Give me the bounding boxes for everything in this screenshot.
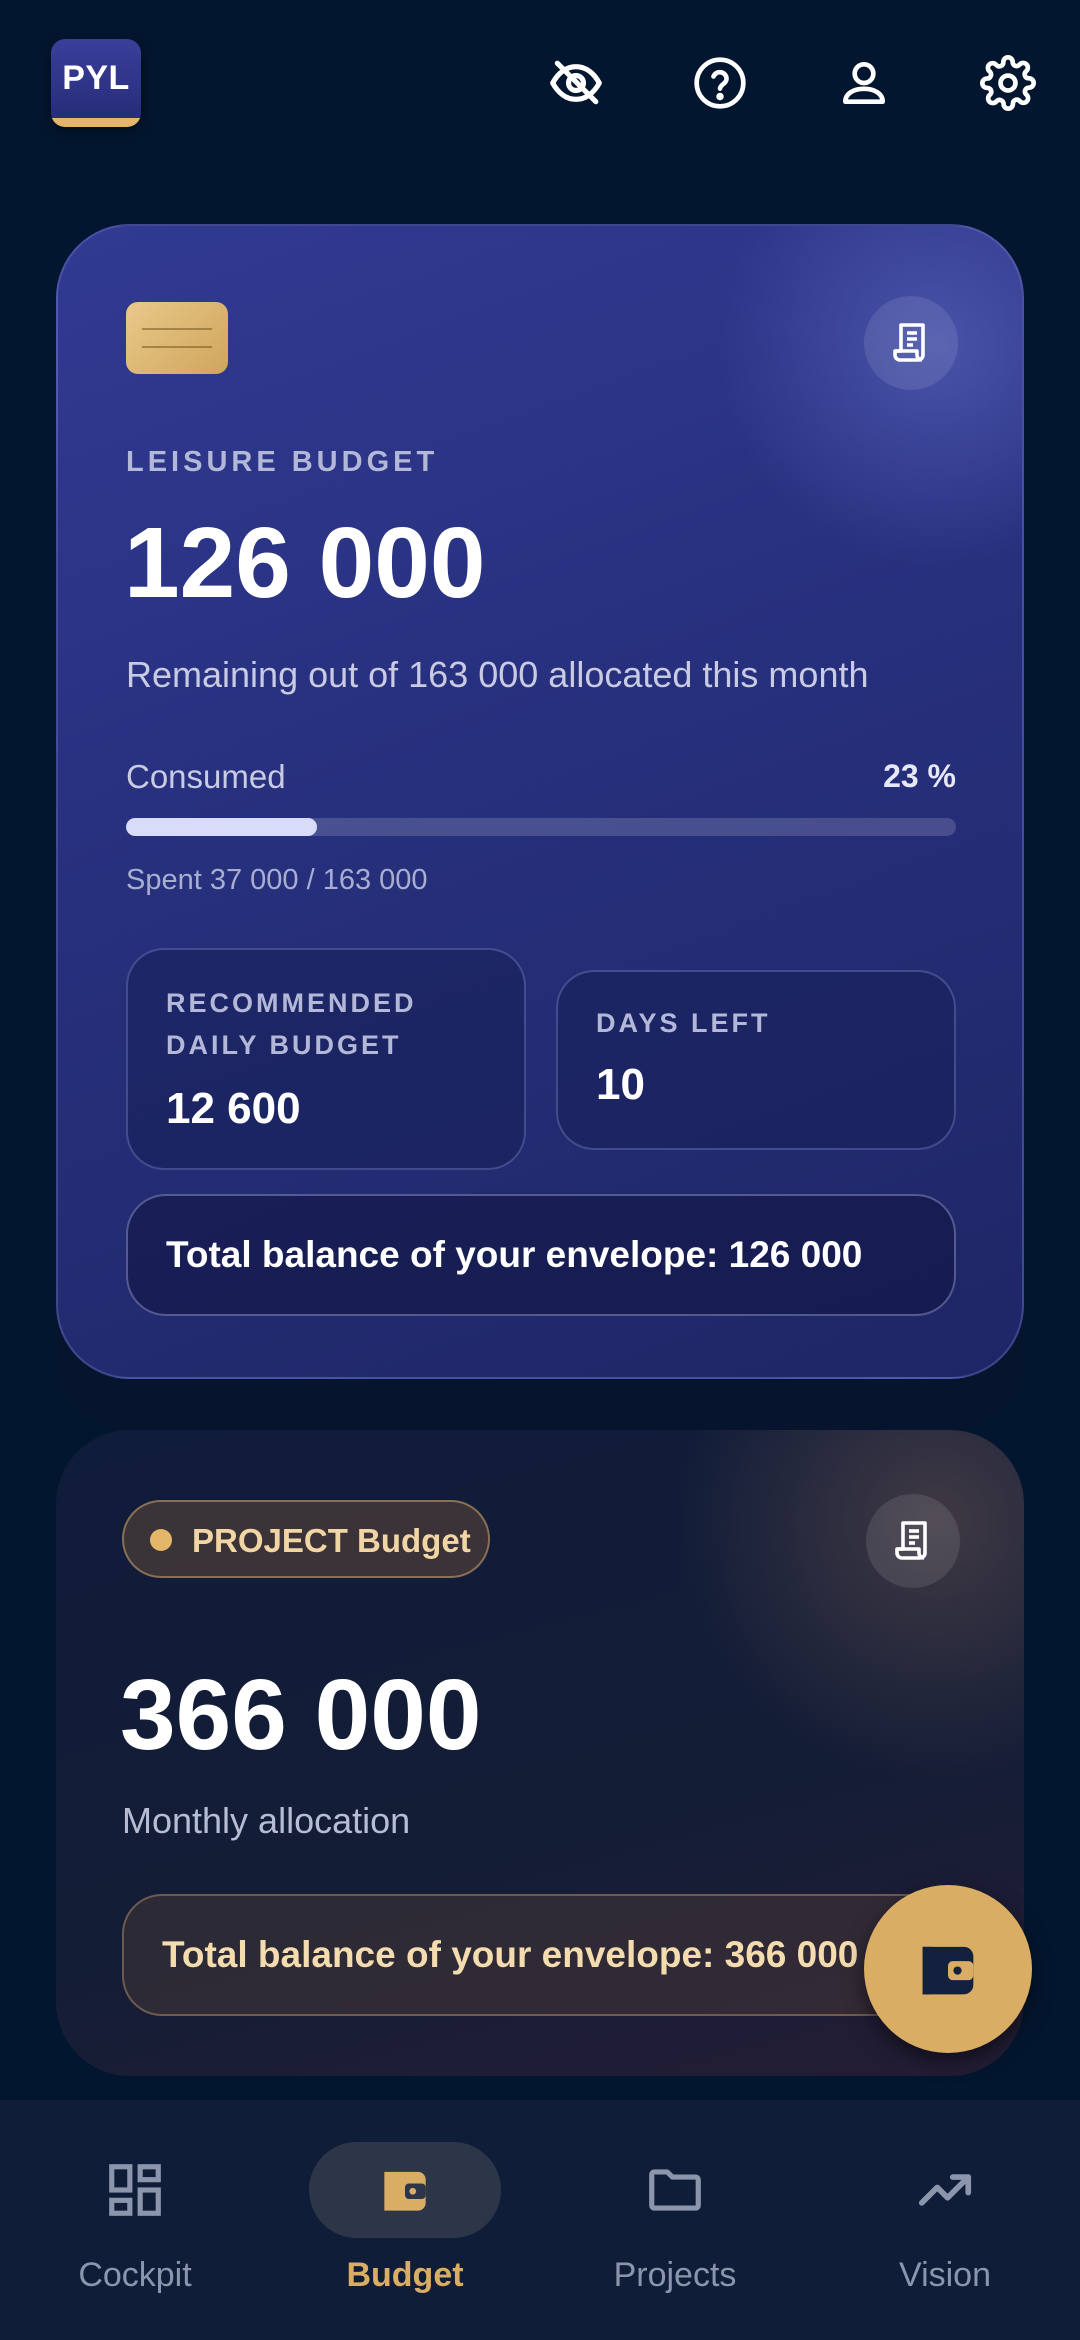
leisure-budget-label: LEISURE BUDGET	[126, 446, 439, 478]
card-chip-icon	[126, 302, 228, 374]
receipt-icon[interactable]	[866, 1494, 960, 1588]
project-total-balance-text: Total balance of your envelope: 366 000	[162, 1934, 859, 1975]
days-left-label: DAYS LEFT	[596, 1008, 771, 1038]
help-icon[interactable]	[692, 55, 748, 111]
days-left-value: 10	[596, 1060, 645, 1109]
nav-item-projects[interactable]: Projects	[540, 2100, 810, 2340]
nav-label-budget: Budget	[346, 2256, 464, 2294]
recommended-label-line1: RECOMMENDED	[166, 988, 417, 1018]
receipt-icon[interactable]	[864, 296, 958, 390]
consumed-percent: 23 %	[883, 758, 956, 794]
bottom-navigation: Cockpit Budget Projects Vision	[0, 2100, 1080, 2340]
tag-dot-icon	[150, 1529, 172, 1551]
consumed-progress-fill	[126, 818, 317, 836]
recommended-daily-budget-box: RECOMMENDED DAILY BUDGET 12 600	[126, 948, 526, 1170]
logo-text: PYL	[62, 59, 130, 97]
leisure-budget-card[interactable]: LEISURE BUDGET 126 000 Remaining out of …	[56, 224, 1024, 1379]
nav-label-projects: Projects	[613, 2256, 737, 2294]
logo-underline	[51, 118, 141, 127]
user-icon[interactable]	[836, 55, 892, 111]
wallet-icon	[922, 1946, 974, 1995]
spent-text: Spent 37 000 / 163 000	[126, 864, 428, 896]
project-amount: 366 000	[120, 1659, 482, 1771]
consumed-progress-bar	[126, 818, 956, 836]
recommended-value: 12 600	[166, 1084, 301, 1133]
leisure-total-balance-text: Total balance of your envelope: 126 000	[166, 1234, 863, 1275]
nav-label-cockpit: Cockpit	[78, 2256, 192, 2294]
settings-icon[interactable]	[980, 55, 1036, 111]
nav-label-vision: Vision	[899, 2256, 991, 2294]
consumed-label: Consumed	[126, 758, 286, 795]
dashboard-icon	[39, 2142, 231, 2238]
nav-item-vision[interactable]: Vision	[810, 2100, 1080, 2340]
project-tag-text: PROJECT Budget	[192, 1522, 471, 1559]
project-subtitle: Monthly allocation	[122, 1800, 411, 1841]
wallet-icon	[309, 2142, 501, 2238]
leisure-subtitle: Remaining out of 163 000 allocated this …	[126, 654, 869, 695]
nav-item-budget[interactable]: Budget	[270, 2100, 540, 2340]
trending-up-icon	[849, 2142, 1041, 2238]
leisure-total-balance[interactable]: Total balance of your envelope: 126 000	[126, 1194, 956, 1316]
days-left-box: DAYS LEFT 10	[556, 970, 956, 1150]
recommended-label-line2: DAILY BUDGET	[166, 1030, 402, 1060]
folder-icon	[579, 2142, 771, 2238]
app-logo: PYL	[51, 39, 141, 127]
leisure-amount: 126 000	[124, 507, 486, 619]
project-total-balance[interactable]: Total balance of your envelope: 366 000	[122, 1894, 992, 2016]
eye-off-icon[interactable]	[548, 55, 604, 111]
wallet-fab-button[interactable]	[864, 1885, 1032, 2053]
project-budget-tag: PROJECT Budget	[122, 1500, 490, 1578]
nav-item-cockpit[interactable]: Cockpit	[0, 2100, 270, 2340]
